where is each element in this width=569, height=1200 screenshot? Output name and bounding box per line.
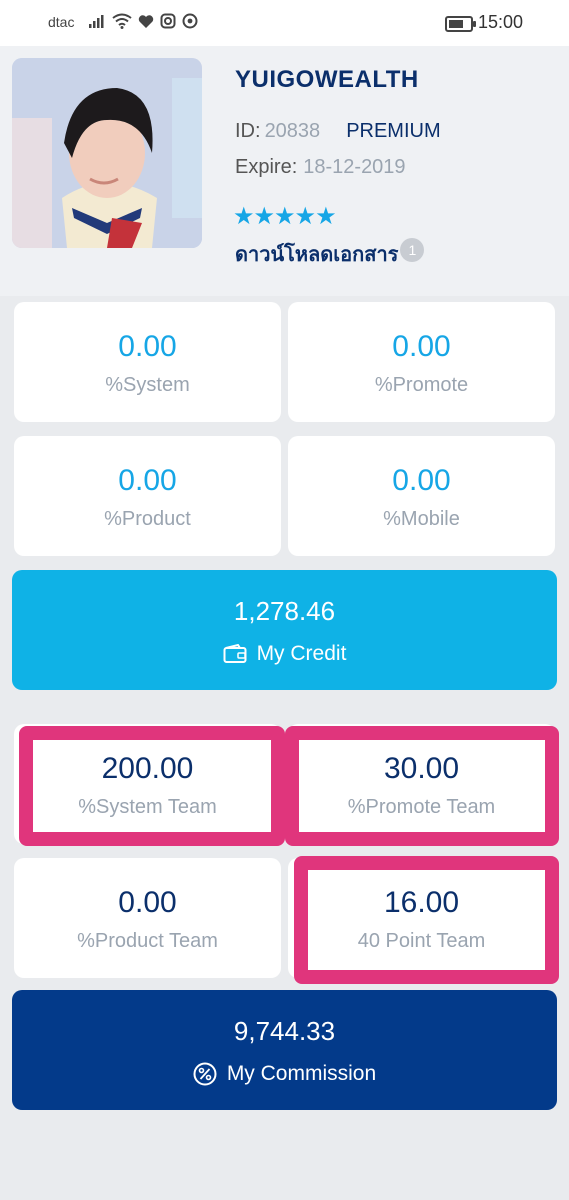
credit-label: My Credit [256, 642, 347, 665]
signal-icon [89, 15, 104, 28]
id-label: ID: [235, 120, 261, 142]
team-stat-value: 30.00 [383, 752, 460, 785]
stat-card-mobile[interactable]: 0.00 %Mobile [288, 436, 555, 556]
expire-value: 18-12-2019 [303, 156, 406, 178]
username: YUIGOWEALTH [235, 66, 419, 93]
expire-label: Expire: [235, 156, 298, 178]
commission-label-row: My Commission [12, 1062, 557, 1086]
battery-icon [445, 16, 476, 32]
id-value: 20838 [264, 120, 321, 142]
team-card-system[interactable]: 200.00 %System Team [14, 724, 281, 844]
stat-card-promote[interactable]: 0.00 %Promote [288, 302, 555, 422]
team-stat-value: 16.00 [383, 886, 460, 919]
instagram-icon [160, 13, 176, 29]
stat-value: 0.00 [118, 330, 177, 363]
team-stat-label: %Product Team [77, 930, 218, 952]
team-card-product[interactable]: 0.00 %Product Team [14, 858, 281, 978]
team-stat-label: %Promote Team [347, 796, 496, 818]
rating-stars-icon: ★★★★★ [233, 203, 337, 230]
status-bar: dtac 15:00 [0, 0, 569, 46]
carrier-label: dtac [48, 14, 75, 30]
plan-badge: PREMIUM [346, 120, 441, 142]
percent-icon [193, 1062, 217, 1086]
my-commission-card[interactable]: 9,744.33 My Commission [12, 990, 557, 1110]
stat-card-product[interactable]: 0.00 %Product [14, 436, 281, 556]
clock: 15:00 [477, 12, 523, 32]
credit-value: 1,278.46 [233, 596, 336, 626]
team-stat-label: %System Team [78, 796, 217, 818]
stat-value: 0.00 [392, 464, 451, 497]
stat-card-system[interactable]: 0.00 %System [14, 302, 281, 422]
team-stat-label: 40 Point Team [357, 930, 486, 952]
profile-header: YUIGOWEALTH ID: 20838 PREMIUM Expire: 18-12… [0, 46, 569, 296]
team-stat-value: 200.00 [101, 752, 194, 785]
avatar[interactable] [12, 58, 202, 248]
member-id-row: ID: 20838 PREMIUM [235, 120, 441, 143]
stat-label: %Product [104, 508, 191, 530]
team-card-promote[interactable]: 30.00 %Promote Team [288, 724, 555, 844]
stat-value: 0.00 [392, 330, 451, 363]
my-credit-card[interactable]: 1,278.46 My Credit [12, 570, 557, 690]
wallet-icon [223, 644, 247, 663]
commission-label: My Commission [226, 1062, 377, 1085]
stat-value: 0.00 [118, 464, 177, 497]
expire-row: Expire: 18-12-2019 [235, 156, 406, 179]
stat-label: %Mobile [383, 508, 460, 530]
avatar-photo [12, 58, 202, 248]
team-card-40-point[interactable]: 16.00 40 Point Team [288, 858, 555, 978]
chrome-icon [182, 13, 198, 29]
download-label: ดาวน์โหลดเอกสาร [235, 244, 399, 266]
team-stat-value: 0.00 [118, 886, 177, 919]
notification-badge: 1 [400, 238, 425, 262]
download-documents-link[interactable]: ดาวน์โหลดเอกสาร 1 [235, 238, 425, 270]
stat-label: %Promote [374, 374, 469, 396]
wifi-icon [112, 13, 132, 29]
stat-label: %System [105, 374, 190, 396]
credit-label-row: My Credit [12, 642, 557, 666]
heart-icon [138, 14, 154, 28]
commission-value: 9,744.33 [233, 1016, 336, 1046]
status-icons [88, 13, 198, 29]
